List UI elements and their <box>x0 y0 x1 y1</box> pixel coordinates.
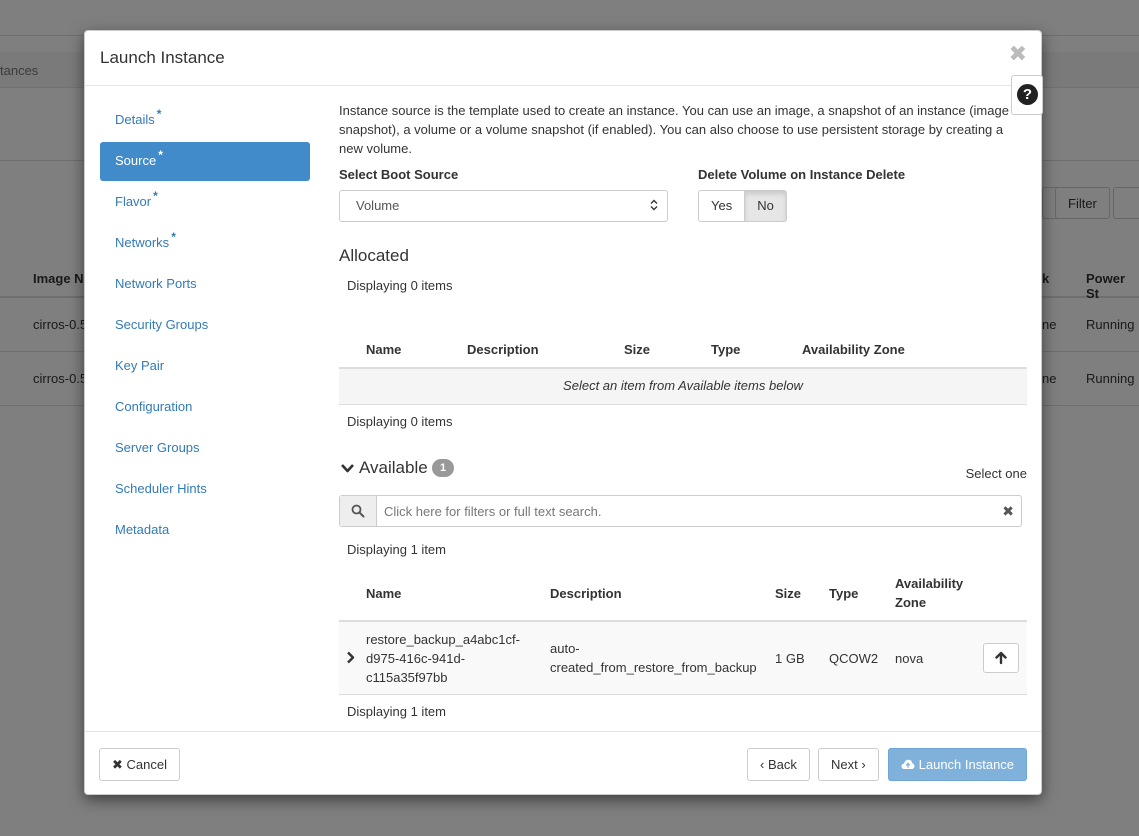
boot-source-value: Volume <box>356 198 400 213</box>
sidebar-item-security-groups[interactable]: Security Groups <box>100 306 310 345</box>
row-size: 1 GB <box>775 651 805 666</box>
available-col-type: Type <box>829 586 859 601</box>
sidebar-item-configuration[interactable]: Configuration <box>100 388 310 427</box>
sidebar-item-label: Server Groups <box>115 440 200 455</box>
available-col-description: Description <box>550 586 622 601</box>
required-asterisk: * <box>158 148 163 162</box>
sidebar-item-label: Security Groups <box>115 317 209 332</box>
back-label: Back <box>767 757 797 772</box>
delete-volume-no-button[interactable]: No <box>744 190 787 222</box>
next-button[interactable]: Next › <box>818 748 879 781</box>
sidebar-item-network-ports[interactable]: Network Ports <box>100 265 310 304</box>
allocated-col-type: Type <box>711 342 741 357</box>
modal-header: Launch Instance ✖ <box>85 31 1041 86</box>
row-description: auto- created_from_restore_from_backup <box>550 639 757 677</box>
available-heading: Available <box>359 458 428 477</box>
sidebar-item-details[interactable]: Details * <box>100 101 310 140</box>
modal-footer: ✖ Cancel ‹ Back Next › Launch Instance <box>85 731 1041 796</box>
cancel-label: Cancel <box>126 757 167 772</box>
required-asterisk: * <box>153 189 158 203</box>
row-name-line: d975-416c-941d- <box>366 651 466 666</box>
sidebar-item-label: Key Pair <box>115 358 165 373</box>
modal-title: Launch Instance <box>100 48 225 67</box>
row-description-line: auto- <box>550 641 580 656</box>
available-table-header: Name Description Size Type Availability … <box>339 571 1027 622</box>
search-addon <box>340 496 377 526</box>
allocated-count-top: Displaying 0 items <box>347 278 453 293</box>
row-name-line: c115a35f97bb <box>366 670 448 685</box>
sidebar-item-metadata[interactable]: Metadata <box>100 511 310 550</box>
chevron-right-icon: › <box>861 757 866 772</box>
allocated-col-size: Size <box>624 342 651 357</box>
allocate-button[interactable] <box>983 643 1019 673</box>
allocated-col-zone: Availability Zone <box>802 342 905 357</box>
chevron-down-icon[interactable] <box>340 462 355 474</box>
allocated-heading: Allocated <box>339 246 409 265</box>
available-col-zone-line2: Zone <box>895 595 927 610</box>
available-col-size: Size <box>775 586 802 601</box>
available-count-bottom: Displaying 1 item <box>347 704 446 719</box>
sidebar-item-networks[interactable]: Networks * <box>100 224 310 263</box>
launch-label: Launch Instance <box>918 757 1015 772</box>
allocated-empty-row: Select an item from Available items belo… <box>339 369 1027 405</box>
search-input[interactable] <box>378 496 998 526</box>
launch-instance-modal: Launch Instance ✖ ? Details * Source * Fla… <box>84 30 1043 796</box>
sidebar-item-label: Details <box>115 112 155 127</box>
sidebar-item-scheduler-hints[interactable]: Scheduler Hints <box>100 470 310 509</box>
delete-volume-yes-button[interactable]: Yes <box>698 190 746 222</box>
close-icon: ✖ <box>112 757 123 772</box>
row-name: restore_backup_a4abc1cf- d975-416c-941d-… <box>366 630 520 687</box>
row-type: QCOW2 <box>829 651 879 666</box>
arrow-up-icon <box>995 651 1007 665</box>
close-icon[interactable]: ✖ <box>1009 41 1027 67</box>
back-button[interactable]: ‹ Back <box>747 748 810 781</box>
required-asterisk: * <box>156 107 162 121</box>
row-description-line: created_from_restore_from_backup <box>550 660 757 675</box>
select-one-hint: Select one <box>965 466 1027 481</box>
next-label: Next <box>831 757 858 772</box>
row-name-line: restore_backup_a4abc1cf- <box>366 632 520 647</box>
required-asterisk: * <box>171 230 176 244</box>
available-col-zone-line1: Availability <box>895 576 964 591</box>
boot-source-select[interactable]: Volume <box>339 190 668 222</box>
wizard-sidebar: Details * Source * Flavor * Networks * Netwo… <box>100 101 310 552</box>
question-circle-icon: ? <box>1017 84 1038 105</box>
sidebar-item-label: Flavor <box>115 194 152 209</box>
allocated-count-bottom: Displaying 0 items <box>347 414 453 429</box>
available-count-top: Displaying 1 item <box>347 542 446 557</box>
chevron-left-icon: ‹ <box>760 757 765 772</box>
cloud-upload-icon <box>901 759 915 769</box>
chevron-right-icon[interactable] <box>346 651 355 664</box>
row-zone: nova <box>895 651 924 666</box>
cancel-button[interactable]: ✖ Cancel <box>99 748 180 781</box>
sidebar-item-source[interactable]: Source * <box>100 142 310 181</box>
sidebar-item-label: Network Ports <box>115 276 197 291</box>
available-col-name: Name <box>366 586 402 601</box>
available-search-bar: ✖ <box>339 495 1022 527</box>
sidebar-item-label: Metadata <box>115 522 170 537</box>
allocated-col-name: Name <box>366 342 402 357</box>
sidebar-item-label: Configuration <box>115 399 193 414</box>
sidebar-item-flavor[interactable]: Flavor * <box>100 183 310 222</box>
allocated-table-header: Name Description Size Type Availability … <box>339 299 1027 369</box>
sidebar-item-label: Networks <box>115 235 170 250</box>
select-arrows-icon <box>650 199 658 211</box>
available-count-badge: 1 <box>432 459 454 477</box>
boot-source-label: Select Boot Source <box>339 167 459 182</box>
source-intro-text: Instance source is the template used to … <box>339 103 1009 156</box>
launch-instance-button[interactable]: Launch Instance <box>888 748 1028 781</box>
sidebar-item-label: Source <box>115 153 157 168</box>
search-icon <box>351 504 365 518</box>
table-row[interactable]: restore_backup_a4abc1cf- d975-416c-941d-… <box>339 622 1027 695</box>
delete-volume-label: Delete Volume on Instance Delete <box>698 167 906 182</box>
sidebar-item-label: Scheduler Hints <box>115 481 207 496</box>
clear-search-icon[interactable]: ✖ <box>1002 503 1014 520</box>
sidebar-item-server-groups[interactable]: Server Groups <box>100 429 310 468</box>
allocated-col-description: Description <box>467 342 539 357</box>
sidebar-item-key-pair[interactable]: Key Pair <box>100 347 310 386</box>
delete-volume-toggle: Yes No <box>698 190 787 222</box>
